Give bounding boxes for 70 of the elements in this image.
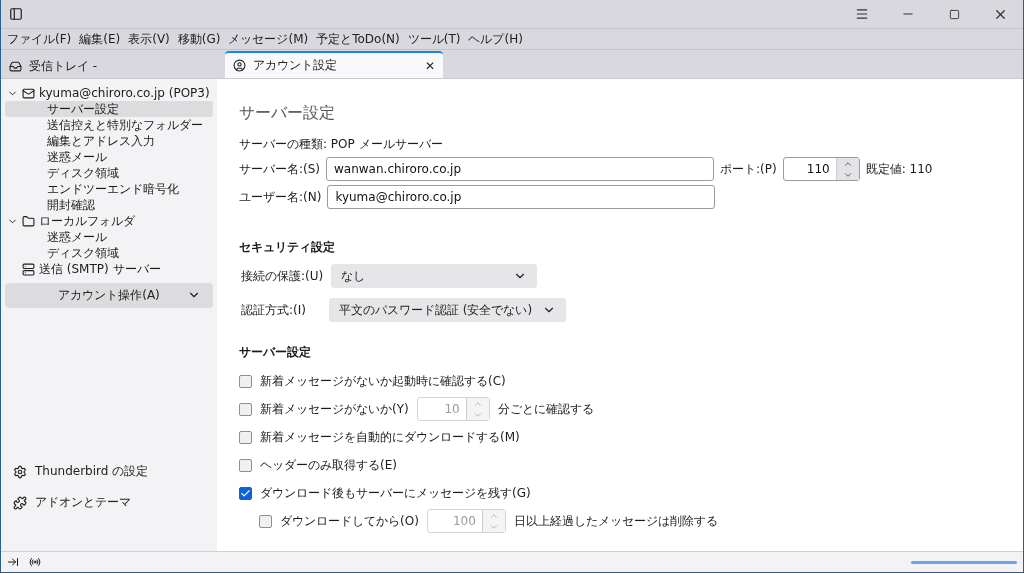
server-type-text: サーバーの種類: POP メールサーバー: [239, 136, 443, 153]
sidebar-link[interactable]: Thunderbird の設定: [13, 463, 213, 480]
menu-item[interactable]: メッセージ(M): [224, 30, 313, 48]
checkbox[interactable]: [239, 458, 252, 472]
settings-tree-item[interactable]: 迷惑メール: [5, 229, 213, 245]
option-suffix: 日以上経過したメッセージは削除する: [513, 512, 718, 530]
settings-tree-item[interactable]: ディスク領域: [5, 245, 213, 261]
settings-tree-item[interactable]: 迷惑メール: [5, 149, 213, 165]
option-label: 新着メッセージを自動的にダウンロードする(M): [260, 428, 520, 446]
puzzle-icon: [13, 495, 27, 510]
number-spinner[interactable]: 110: [782, 157, 860, 181]
folder-icon: [22, 214, 35, 228]
settings-icon: [13, 464, 27, 479]
tree-label: 送信 (SMTP) サーバー: [39, 260, 161, 278]
section-heading: セキュリティ設定: [239, 239, 336, 256]
option-label: 新着メッセージがないか(Y): [260, 400, 409, 418]
section-heading: サーバー設定: [239, 344, 312, 361]
tree-label: ローカルフォルダ: [39, 212, 135, 230]
default-port-text: 既定値: 110: [865, 160, 933, 178]
menu-item[interactable]: 表示(V): [124, 30, 174, 48]
account-tree-item[interactable]: ローカルフォルダ: [5, 213, 213, 229]
tab[interactable]: 受信トレイ -: [1, 52, 211, 78]
account-icon: [233, 59, 246, 72]
sidebar-link[interactable]: アドオンとテーマ: [13, 494, 213, 511]
server-name-field[interactable]: wanwan.chiroro.co.jp: [326, 157, 715, 181]
tree-label: kyuma@chiroro.co.jp (POP3): [39, 86, 210, 100]
collapse-icon: [7, 556, 19, 568]
dropdown[interactable]: なし: [331, 264, 538, 288]
settings-tree-item[interactable]: ディスク領域: [5, 165, 213, 181]
menu-item[interactable]: 予定とToDo(N): [312, 30, 404, 48]
checkbox[interactable]: [239, 486, 252, 500]
menu-item[interactable]: ファイル(F): [3, 30, 76, 48]
menu-icon: [855, 7, 869, 21]
spin-up-button[interactable]: [836, 158, 859, 169]
tab-close-button[interactable]: ✕: [424, 58, 435, 73]
settings-tree-item[interactable]: エンドツーエンド暗号化: [5, 181, 213, 197]
checkbox[interactable]: [239, 430, 252, 444]
field-label: 接続の保護:(U): [241, 267, 324, 285]
account-actions-button[interactable]: アカウント操作(A): [5, 283, 213, 308]
option-label: ヘッダーのみ取得する(E): [260, 456, 397, 474]
server-icon: [22, 262, 35, 276]
menu-item[interactable]: ヘルプ(H): [464, 30, 527, 48]
sidebar-icon: [9, 7, 23, 21]
user-name-field[interactable]: kyuma@chiroro.co.jp: [327, 185, 716, 209]
option-label: ダウンロードしてから(O): [280, 512, 419, 530]
settings-tree-item[interactable]: サーバー設定: [5, 101, 213, 117]
field-label: 認証方式:(I): [241, 301, 307, 319]
field-label: ユーザー名:(N): [239, 188, 322, 206]
option-label: 新着メッセージがないか起動時に確認する(C): [260, 372, 506, 390]
option-label: ダウンロード後もサーバーにメッセージを残す(G): [260, 484, 531, 502]
account-tree-item[interactable]: kyuma@chiroro.co.jp (POP3): [5, 85, 213, 101]
settings-tree-item[interactable]: 送信控えと特別なフォルダー: [5, 117, 213, 133]
menu-item[interactable]: ツール(T): [403, 30, 465, 48]
menu-item[interactable]: 編集(E): [75, 30, 125, 48]
checkbox[interactable]: [239, 374, 252, 388]
menu-item[interactable]: 移動(G): [173, 30, 225, 48]
account-tree-item[interactable]: 送信 (SMTP) サーバー: [5, 261, 213, 277]
settings-tree-item[interactable]: 編集とアドレス入力: [5, 133, 213, 149]
mail-icon: [22, 86, 35, 100]
inbox-icon: [9, 59, 22, 73]
settings-tree-item[interactable]: 開封確認: [5, 197, 213, 213]
tab[interactable]: アカウント設定 ✕: [225, 51, 443, 78]
maximize-icon: [948, 8, 960, 20]
spin-down-button[interactable]: [836, 169, 859, 180]
field-label: ポート:(P): [720, 160, 777, 178]
option-suffix: 分ごとに確認する: [497, 400, 594, 418]
page-title: サーバー設定: [239, 103, 336, 124]
online-status-icon: [29, 556, 41, 568]
dropdown[interactable]: 平文のパスワード認証 (安全でない): [329, 298, 567, 322]
field-label: サーバー名:(S): [239, 160, 321, 178]
